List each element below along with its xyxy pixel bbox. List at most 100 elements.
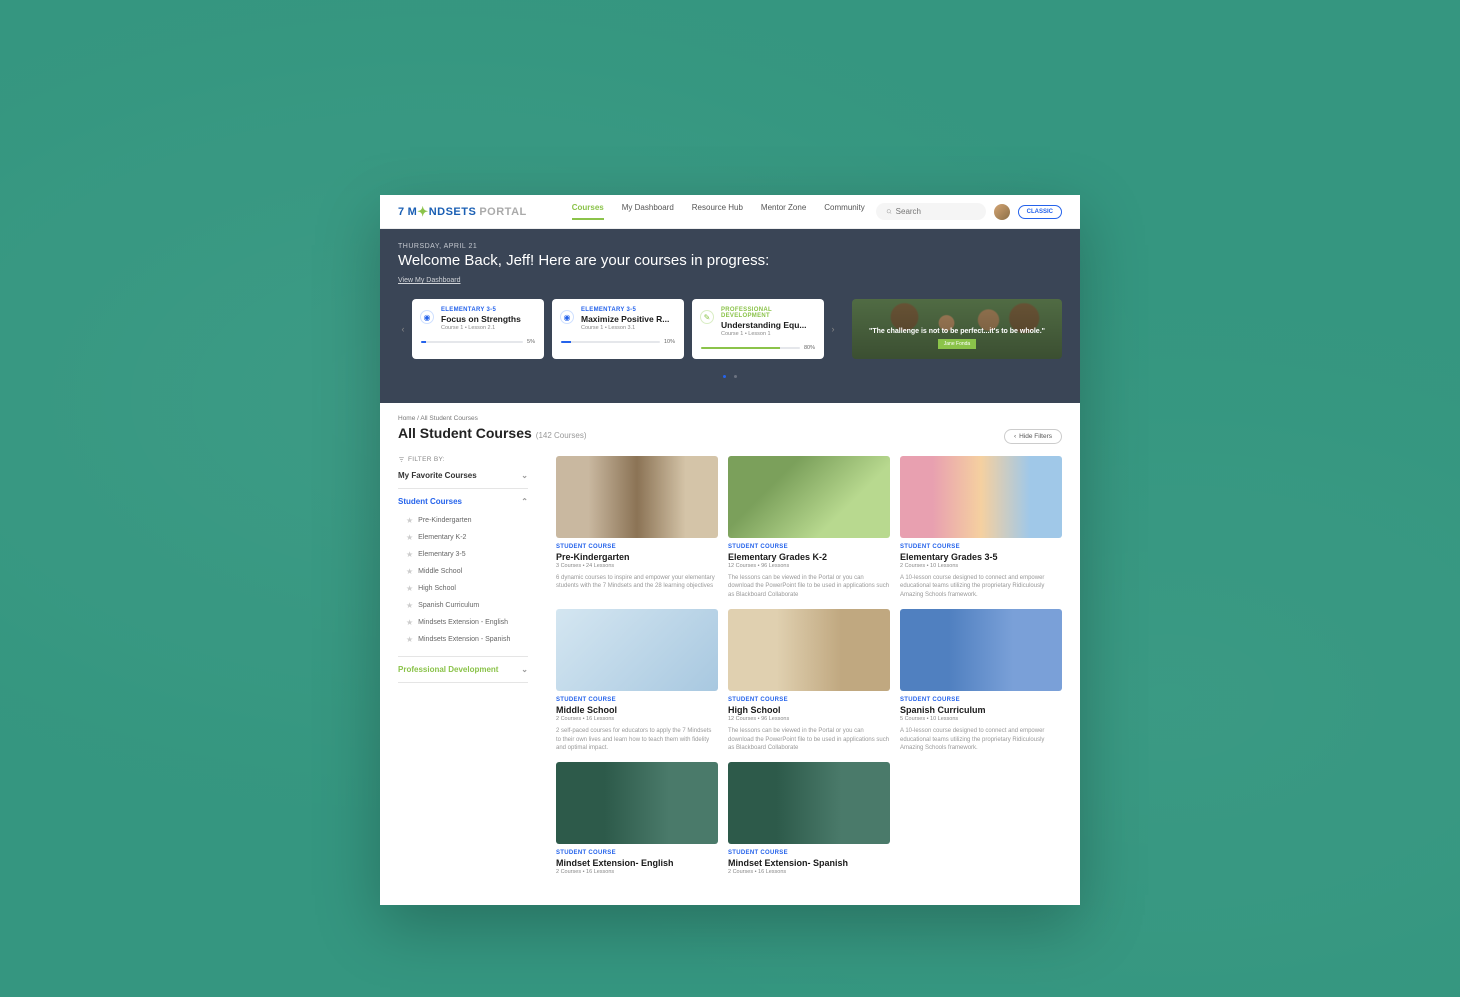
progress-card[interactable]: ✎PROFESSIONAL DEVELOPMENTUnderstanding E… [692,299,824,359]
nav-item-courses[interactable]: Courses [572,203,604,220]
course-thumbnail [728,456,890,538]
progress-card[interactable]: ◉ELEMENTARY 3-5Maximize Positive R...Cou… [552,299,684,359]
star-icon: ★ [406,567,413,576]
filter-item-label: Spanish Curriculum [418,602,479,609]
course-thumbnail [556,609,718,691]
course-title: Mindset Extension- English [556,858,718,868]
progress-bar [421,341,523,343]
course-meta: 12 Courses • 96 Lessons [728,716,890,722]
filter-section-toggle[interactable]: My Favorite Courses⌄ [398,471,528,480]
page-count: (142 Courses) [536,431,587,440]
avatar[interactable] [994,204,1010,220]
course-meta: 2 Courses • 10 Lessons [900,563,1062,569]
course-thumbnail [900,456,1062,538]
course-category: STUDENT COURSE [728,544,890,550]
carousel-dot[interactable] [734,375,737,378]
filter-section-student-courses: Student Courses⌃★Pre-Kindergarten★Elemen… [398,489,528,657]
filter-item[interactable]: ★Mindsets Extension - Spanish [398,631,528,648]
main-nav: Courses My Dashboard Resource Hub Mentor Zo… [572,203,865,220]
course-card[interactable]: STUDENT COURSESpanish Curriculum5 Course… [900,609,1062,752]
course-meta: 2 Courses • 16 Lessons [556,716,718,722]
progress-bar [701,347,800,349]
filter-item[interactable]: ★High School [398,580,528,597]
course-description: 2 self-paced courses for educators to ap… [556,727,718,752]
course-title: Mindset Extension- Spanish [728,858,890,868]
course-thumbnail [556,456,718,538]
filter-item[interactable]: ★Elementary K-2 [398,529,528,546]
nav-item-resource-hub[interactable]: Resource Hub [692,203,743,220]
course-card[interactable]: STUDENT COURSEHigh School12 Courses • 96… [728,609,890,752]
logo-sub: PORTAL [479,206,526,218]
filter-item[interactable]: ★Pre-Kindergarten [398,512,528,529]
course-card[interactable]: STUDENT COURSEMiddle School2 Courses • 1… [556,609,718,752]
logo-m: M [408,206,418,218]
filter-section-toggle[interactable]: Student Courses⌃ [398,497,528,506]
progress-card-category: ELEMENTARY 3-5 [581,307,675,313]
carousel-prev-button[interactable]: ‹ [398,324,408,334]
filter-by-label: FILTER BY: [398,456,528,463]
hero: THURSDAY, APRIL 21 Welcome Back, Jeff! H… [380,229,1080,403]
course-card[interactable]: STUDENT COURSEMindset Extension- English… [556,762,718,875]
course-category: STUDENT COURSE [556,697,718,703]
nav-item-mentor-zone[interactable]: Mentor Zone [761,203,806,220]
filter-section-label: Professional Development [398,665,498,674]
logo-rest: NDSETS [429,206,477,218]
course-thumbnail [900,609,1062,691]
search-box[interactable] [876,203,986,220]
progress-bar [561,341,660,343]
carousel-dot[interactable] [723,375,726,378]
course-card[interactable]: STUDENT COURSE Elementary Grades K-212 Co… [728,456,890,599]
course-thumbnail [556,762,718,844]
star-icon: ★ [406,601,413,610]
chevron-left-icon: ‹ [1014,433,1016,440]
filter-item[interactable]: ★Middle School [398,563,528,580]
course-description: A 10-lesson course designed to connect a… [900,727,1062,752]
header-right: CLASSIC [876,203,1062,220]
star-icon: ★ [406,618,413,627]
course-card[interactable]: STUDENT COURSEMindset Extension- Spanish… [728,762,890,875]
course-category: STUDENT COURSE [900,697,1062,703]
progress-carousel: ‹ ◉ELEMENTARY 3-5Focus on StrengthsCours… [398,299,838,359]
course-thumbnail [728,609,890,691]
filter-item[interactable]: ★ Spanish Curriculum [398,597,528,614]
carousel-next-button[interactable]: › [828,324,838,334]
search-icon [886,207,892,216]
filter-section-toggle[interactable]: Professional Development⌄ [398,665,528,674]
logo[interactable]: 7 M ✦ NDSETS PORTAL [398,204,527,220]
view-dashboard-link[interactable]: View My Dashboard [398,277,461,284]
filter-icon [398,456,405,463]
nav-item-my-dashboard[interactable]: My Dashboard [622,203,674,220]
course-card[interactable]: STUDENT COURSEPre-Kindergarten3 Courses … [556,456,718,599]
course-meta: 2 Courses • 16 Lessons [556,869,718,875]
course-meta: 12 Courses • 96 Lessons [728,563,890,569]
search-input[interactable] [896,207,976,216]
filter-item-label: Mindsets Extension - English [418,619,508,626]
filter-section-my-favorite-courses: My Favorite Courses⌄ [398,463,528,489]
course-description: The lessons can be viewed in the Portal … [728,574,890,599]
classic-button[interactable]: CLASSIC [1018,205,1062,219]
logo-icon: ✦ [417,204,428,220]
progress-card-meta: Course 1 • Lesson 2.1 [441,325,535,331]
filter-item[interactable]: ★ Mindsets Extension - English [398,614,528,631]
progress-card-meta: Course 1 • Lesson 3.1 [581,325,675,331]
course-meta: 3 Courses • 24 Lessons [556,563,718,569]
course-icon: ✎ [700,310,714,324]
course-grid: STUDENT COURSEPre-Kindergarten3 Courses … [556,456,1062,875]
filter-item-label: Pre-Kindergarten [418,517,471,524]
filter-section-label: Student Courses [398,497,462,506]
course-title: Elementary Grades K-2 [728,552,890,562]
hide-filters-button[interactable]: ‹ Hide Filters [1004,429,1062,444]
course-icon: ◉ [560,310,574,324]
header: 7 M ✦ NDSETS PORTAL Courses My Dashboard R… [380,195,1080,229]
progress-card[interactable]: ◉ELEMENTARY 3-5Focus on StrengthsCourse … [412,299,544,359]
breadcrumb-home[interactable]: Home [398,415,415,422]
course-card[interactable]: STUDENT COURSEElementary Grades 3-52 Cou… [900,456,1062,599]
filter-by-text: FILTER BY: [408,456,445,463]
course-description: 6 dynamic courses to inspire and empower… [556,574,718,591]
progress-card-title: Understanding Equ... [721,320,815,330]
filter-item[interactable]: ★Elementary 3-5 [398,546,528,563]
nav-item-community[interactable]: Community [824,203,864,220]
progress-percent: 10% [664,339,675,345]
breadcrumb-current: All Student Courses [420,415,477,422]
progress-card-title: Focus on Strengths [441,314,535,324]
